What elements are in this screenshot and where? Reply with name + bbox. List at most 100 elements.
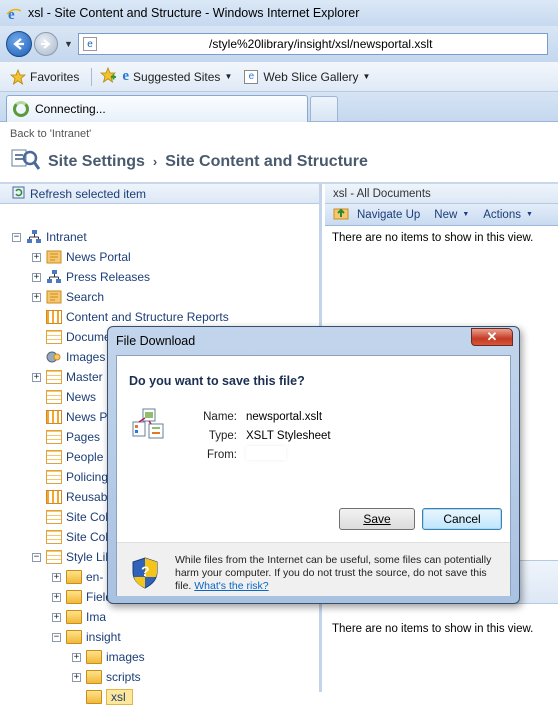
expand-icon[interactable]: + — [32, 372, 41, 382]
collapse-icon[interactable]: − — [12, 232, 21, 242]
tree-label: Site Coll — [66, 510, 111, 524]
favorites-label: Favorites — [30, 69, 80, 84]
favorites-button[interactable]: Favorites — [10, 68, 80, 85]
close-button[interactable]: ✕ — [471, 328, 513, 346]
tree-item-news[interactable]: News — [46, 388, 96, 406]
tree-item-en[interactable]: + en- — [52, 568, 103, 586]
tree-item-people[interactable]: People — [46, 448, 103, 466]
tree-item-images[interactable]: Images — [46, 348, 105, 366]
site-icon — [46, 290, 62, 304]
breadcrumb-current: Site Content and Structure — [165, 152, 368, 170]
breadcrumb-separator: › — [152, 154, 158, 169]
tree-item-field[interactable]: + Field — [52, 588, 112, 606]
folder-icon — [66, 590, 82, 604]
ie-logo-icon: e — [6, 5, 22, 21]
back-to-intranet-link[interactable]: Back to 'Intranet' — [10, 128, 91, 140]
expand-icon[interactable]: + — [72, 672, 81, 682]
expand-icon[interactable]: + — [32, 292, 41, 302]
refresh-label: Refresh selected item — [30, 186, 147, 201]
folder-icon — [86, 690, 102, 704]
breadcrumb-site-settings[interactable]: Site Settings — [48, 153, 145, 171]
dialog-title: File Download — [116, 334, 196, 348]
navigate-up-label: Navigate Up — [357, 208, 421, 221]
cancel-button[interactable]: Cancel — [422, 508, 502, 530]
site-settings-icon — [10, 146, 41, 177]
document-library-icon — [46, 370, 62, 384]
loading-spinner-icon — [13, 101, 29, 117]
tree-item-news-p[interactable]: News P — [46, 408, 107, 426]
expand-icon[interactable]: + — [72, 652, 81, 662]
whats-the-risk-link[interactable]: What's the risk? — [194, 580, 268, 592]
site-icon — [26, 230, 42, 244]
tree-item-press-releases[interactable]: + Press Releases — [32, 268, 150, 286]
page-icon: e — [83, 37, 97, 51]
new-menu-button[interactable]: New ▼ — [434, 209, 469, 221]
site-icon — [46, 250, 62, 264]
forward-button[interactable] — [34, 32, 58, 56]
document-library-icon — [46, 390, 62, 404]
tree-item-ima[interactable]: + Ima — [52, 608, 106, 626]
back-button[interactable] — [6, 31, 32, 57]
save-button[interactable]: Save — [339, 508, 415, 530]
expand-icon[interactable]: + — [52, 572, 61, 582]
file-type: XSLT Stylesheet — [246, 430, 331, 442]
expand-icon[interactable]: + — [32, 252, 41, 262]
tree-item-pages[interactable]: Pages — [46, 428, 100, 446]
dialog-body: Do you want to save this file? Name: news… — [116, 355, 511, 596]
tree-item-master[interactable]: + Master — [32, 368, 103, 386]
chevron-down-icon: ▼ — [525, 211, 533, 218]
redacted-source — [246, 446, 286, 460]
refresh-button[interactable]: Refresh selected item — [0, 184, 319, 204]
file-download-dialog: File Download ✕ Do you want to save this… — [107, 326, 520, 604]
tree-label: Policing — [66, 470, 109, 484]
tree-label: scripts — [106, 670, 141, 684]
history-dropdown-icon[interactable]: ▼ — [64, 39, 74, 49]
web-slice-gallery-label: Web Slice Gallery — [263, 69, 359, 84]
collapse-icon[interactable]: − — [52, 632, 61, 642]
navigation-bar: ▼ e /style%20library/insight/xsl/newspor… — [0, 26, 558, 62]
tree-item-scripts[interactable]: + scripts — [72, 668, 141, 686]
tree-item-policing[interactable]: Policing — [46, 468, 108, 486]
navigate-up-button[interactable]: Navigate Up — [333, 206, 420, 223]
tree-item-intranet[interactable]: − Intranet — [12, 228, 87, 246]
document-library-icon — [46, 550, 62, 564]
tree-item-insight[interactable]: − insight — [52, 628, 121, 646]
image-library-icon — [46, 350, 62, 364]
tree-item-site-coll-2[interactable]: Site Coll — [46, 528, 111, 546]
add-favorite-icon[interactable] — [100, 66, 117, 86]
arrow-left-icon — [13, 38, 24, 50]
actions-menu-button[interactable]: Actions ▼ — [483, 209, 533, 221]
dialog-warning-area: ? While files from the Internet can be u… — [117, 542, 510, 596]
expand-icon[interactable]: + — [52, 612, 61, 622]
address-bar[interactable]: e /style%20library/insight/xsl/newsporta… — [78, 33, 548, 55]
tab-current[interactable]: Connecting... — [6, 95, 308, 122]
web-slice-gallery-button[interactable]: e Web Slice Gallery ▼ — [244, 69, 370, 84]
new-label: New — [434, 208, 458, 221]
tree-item-style-library[interactable]: − Style Lib — [32, 548, 112, 566]
tree-label-selected: xsl — [106, 689, 133, 705]
expand-icon[interactable]: + — [32, 272, 41, 282]
tree-item-search[interactable]: + Search — [32, 288, 104, 306]
list-icon — [46, 410, 62, 424]
tree-item-xsl[interactable]: xsl — [86, 688, 133, 706]
tree-item-news-portal[interactable]: + News Portal — [32, 248, 131, 266]
tree-item-site-coll-1[interactable]: Site Coll — [46, 508, 111, 526]
tree-label: Intranet — [46, 230, 87, 244]
view-toolbar: Navigate Up New ▼ Actions ▼ — [325, 204, 558, 226]
expand-icon[interactable]: + — [52, 592, 61, 602]
tree-label: Pages — [66, 430, 101, 444]
close-icon: ✕ — [486, 329, 498, 344]
suggested-sites-button[interactable]: e Suggested Sites ▼ — [122, 68, 232, 85]
address-text: /style%20library/insight/xsl/newsportal.… — [209, 37, 433, 51]
ie-page-icon: e — [122, 68, 130, 84]
from-key: From: — [206, 449, 237, 461]
window-title: xsl - Site Content and Structure - Windo… — [28, 6, 360, 20]
tree-item-images-folder[interactable]: + images — [72, 648, 145, 666]
document-library-icon — [46, 430, 62, 444]
redacted-host — [101, 37, 203, 51]
new-tab-button[interactable] — [310, 96, 338, 121]
tree-item-reusable[interactable]: Reusab — [46, 488, 107, 506]
collapse-icon[interactable]: − — [32, 552, 41, 562]
tree-item-content-reports[interactable]: Content and Structure Reports — [46, 308, 229, 326]
tree-label: News Portal — [66, 250, 131, 264]
